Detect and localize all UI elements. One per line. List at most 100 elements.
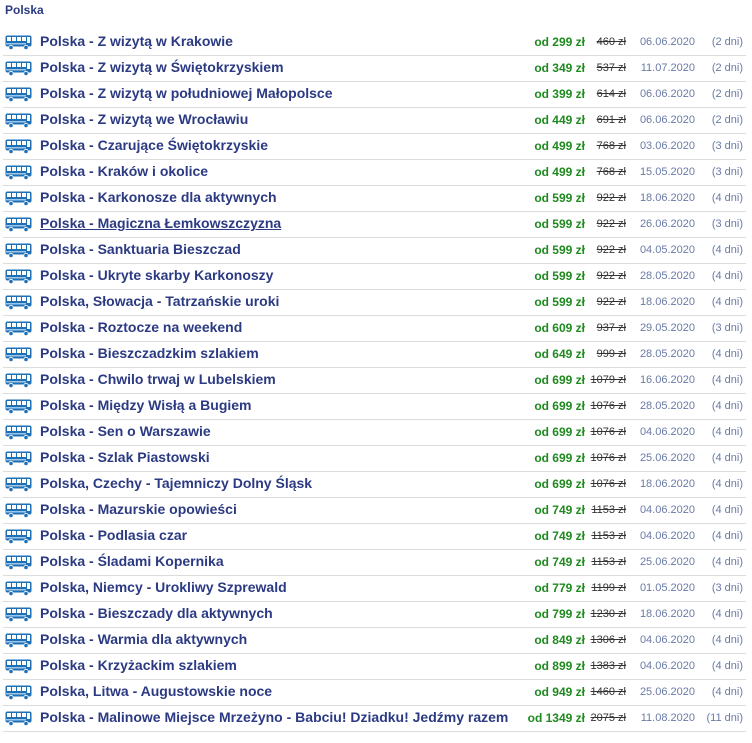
tour-row[interactable]: Polska, Litwa - Augustowskie noce od 949 … bbox=[3, 680, 746, 706]
tour-row[interactable]: Polska - Z wizytą we Wrocławiu od 449 zł 6… bbox=[3, 108, 746, 134]
bus-icon bbox=[5, 685, 32, 701]
tour-title-link[interactable]: Polska - Karkonosze dla aktywnych bbox=[40, 189, 277, 205]
tour-price: od 749 zł bbox=[534, 555, 585, 569]
tour-row[interactable]: Polska - Sen o Warszawie od 699 zł 1076 zł… bbox=[3, 420, 746, 446]
tour-duration: (3 dni) bbox=[711, 582, 743, 594]
bus-icon bbox=[5, 191, 32, 207]
tour-title-link[interactable]: Polska - Z wizytą we Wrocławiu bbox=[40, 111, 248, 127]
tour-price: od 749 zł bbox=[534, 503, 585, 517]
tour-old-price: 922 zł bbox=[596, 296, 626, 308]
bus-icon bbox=[5, 347, 32, 363]
tour-row[interactable]: Polska - Chwilo trwaj w Lubelskiem od 699… bbox=[3, 368, 746, 394]
tour-old-price: 922 zł bbox=[596, 270, 626, 282]
tour-price: od 899 zł bbox=[534, 659, 585, 673]
tour-date: 04.06.2020 bbox=[639, 426, 695, 438]
tour-title-link[interactable]: Polska - Z wizytą w Krakowie bbox=[40, 33, 233, 49]
tour-date: 25.06.2020 bbox=[639, 686, 695, 698]
tour-old-price: 1460 zł bbox=[590, 686, 626, 698]
tour-date: 29.05.2020 bbox=[639, 322, 695, 334]
tour-title-link[interactable]: Polska - Roztocze na weekend bbox=[40, 319, 242, 335]
tour-old-price: 922 zł bbox=[596, 244, 626, 256]
tour-title-link[interactable]: Polska - Z wizytą w Świętokrzyskiem bbox=[40, 59, 284, 75]
tour-old-price: 1076 zł bbox=[590, 400, 626, 412]
tour-price: od 1349 zł bbox=[527, 711, 585, 725]
tour-row[interactable]: Polska - Malinowe Miejsce Mrzeżyno - Bab… bbox=[3, 706, 746, 732]
tour-row[interactable]: Polska - Roztocze na weekend od 609 zł 937… bbox=[3, 316, 746, 342]
tour-title-link[interactable]: Polska - Między Wisłą a Bugiem bbox=[40, 397, 252, 413]
tour-row[interactable]: Polska - Kraków i okolice od 499 zł 768 zł… bbox=[3, 160, 746, 186]
tour-title-link[interactable]: Polska, Niemcy - Urokliwy Szprewald bbox=[40, 579, 287, 595]
bus-icon bbox=[5, 113, 32, 129]
tour-title-link[interactable]: Polska - Warmia dla aktywnych bbox=[40, 631, 247, 647]
tour-title-link[interactable]: Polska - Szlak Piastowski bbox=[40, 449, 210, 465]
tour-old-price: 1153 zł bbox=[591, 556, 626, 568]
tour-old-price: 1230 zł bbox=[590, 608, 626, 620]
tour-price: od 649 zł bbox=[534, 347, 585, 361]
tour-duration: (4 dni) bbox=[711, 556, 743, 568]
tour-title-link[interactable]: Polska - Kraków i okolice bbox=[40, 163, 208, 179]
tour-row[interactable]: Polska - Między Wisłą a Bugiem od 699 zł 1… bbox=[3, 394, 746, 420]
tour-row[interactable]: Polska, Słowacja - Tatrzańskie uroki od 5… bbox=[3, 290, 746, 316]
tour-title-link[interactable]: Polska - Magiczna Łemkowszczyzna bbox=[40, 215, 281, 231]
tour-row[interactable]: Polska - Z wizytą w Krakowie od 299 zł 460… bbox=[3, 30, 746, 56]
tour-date: 06.06.2020 bbox=[639, 88, 695, 100]
tour-price: od 949 zł bbox=[534, 685, 585, 699]
tour-row[interactable]: Polska - Sanktuaria Bieszczad od 599 zł 92… bbox=[3, 238, 746, 264]
tour-title-link[interactable]: Polska - Podlasia czar bbox=[40, 527, 187, 543]
tour-old-price: 2075 zł bbox=[590, 712, 626, 724]
tour-title-link[interactable]: Polska - Śladami Kopernika bbox=[40, 553, 224, 569]
tour-old-price: 1306 zł bbox=[590, 634, 626, 646]
tour-title-link[interactable]: Polska - Sen o Warszawie bbox=[40, 423, 211, 439]
tour-title-link[interactable]: Polska, Czechy - Tajemniczy Dolny Śląsk bbox=[40, 475, 312, 491]
tour-row[interactable]: Polska - Podlasia czar od 749 zł 1153 zł 04… bbox=[3, 524, 746, 550]
bus-icon bbox=[5, 217, 32, 233]
tour-duration: (3 dni) bbox=[711, 218, 743, 230]
tour-row[interactable]: Polska - Z wizytą w Świętokrzyskiem od 34… bbox=[3, 56, 746, 82]
bus-icon bbox=[5, 165, 32, 181]
tour-title-link[interactable]: Polska - Ukryte skarby Karkonoszy bbox=[40, 267, 273, 283]
tour-title-link[interactable]: Polska - Bieszczadzkim szlakiem bbox=[40, 345, 259, 361]
tour-duration: (4 dni) bbox=[711, 400, 743, 412]
tour-title-link[interactable]: Polska - Bieszczady dla aktywnych bbox=[40, 605, 273, 621]
bus-icon bbox=[5, 633, 32, 649]
bus-icon bbox=[5, 607, 32, 623]
tour-row[interactable]: Polska - Magiczna Łemkowszczyzna od 599 z… bbox=[3, 212, 746, 238]
tour-title-link[interactable]: Polska - Czarujące Świętokrzyskie bbox=[40, 137, 268, 153]
tour-row[interactable]: Polska, Niemcy - Urokliwy Szprewald od 77… bbox=[3, 576, 746, 602]
tour-title-link[interactable]: Polska - Mazurskie opowieści bbox=[40, 501, 237, 517]
tour-duration: (4 dni) bbox=[711, 348, 743, 360]
tour-title-link[interactable]: Polska - Sanktuaria Bieszczad bbox=[40, 241, 241, 257]
tour-row[interactable]: Polska - Bieszczadzkim szlakiem od 649 zł… bbox=[3, 342, 746, 368]
bus-icon bbox=[5, 711, 32, 727]
tour-row[interactable]: Polska - Warmia dla aktywnych od 849 zł 13… bbox=[3, 628, 746, 654]
tour-row[interactable]: Polska - Szlak Piastowski od 699 zł 1076 z… bbox=[3, 446, 746, 472]
bus-icon bbox=[5, 87, 32, 103]
bus-icon bbox=[5, 659, 32, 675]
tour-old-price: 999 zł bbox=[596, 348, 626, 360]
tour-row[interactable]: Polska, Czechy - Tajemniczy Dolny Śląsk o… bbox=[3, 472, 746, 498]
tour-row[interactable]: Polska - Ukryte skarby Karkonoszy od 599 … bbox=[3, 264, 746, 290]
tour-title-link[interactable]: Polska - Chwilo trwaj w Lubelskiem bbox=[40, 371, 276, 387]
tour-row[interactable]: Polska - Śladami Kopernika od 749 zł 1153 … bbox=[3, 550, 746, 576]
tour-row[interactable]: Polska - Karkonosze dla aktywnych od 599 … bbox=[3, 186, 746, 212]
tour-title-link[interactable]: Polska, Słowacja - Tatrzańskie uroki bbox=[40, 293, 279, 309]
tour-date: 04.05.2020 bbox=[639, 244, 695, 256]
tour-title-link[interactable]: Polska - Z wizytą w południowej Małopols… bbox=[40, 85, 333, 101]
tour-price: od 299 zł bbox=[534, 35, 585, 49]
tour-old-price: 922 zł bbox=[596, 192, 626, 204]
tour-row[interactable]: Polska - Mazurskie opowieści od 749 zł 115… bbox=[3, 498, 746, 524]
tour-row[interactable]: Polska - Krzyżackim szlakiem od 899 zł 138… bbox=[3, 654, 746, 680]
tour-list: Polska - Z wizytą w Krakowie od 299 zł 460… bbox=[0, 30, 746, 732]
tour-row[interactable]: Polska - Bieszczady dla aktywnych od 799 … bbox=[3, 602, 746, 628]
tour-row[interactable]: Polska - Czarujące Świętokrzyskie od 499 … bbox=[3, 134, 746, 160]
tour-old-price: 922 zł bbox=[596, 218, 626, 230]
tour-date: 18.06.2020 bbox=[639, 478, 695, 490]
tour-duration: (4 dni) bbox=[711, 634, 743, 646]
tour-duration: (4 dni) bbox=[711, 530, 743, 542]
tour-old-price: 460 zł bbox=[596, 36, 626, 48]
tour-title-link[interactable]: Polska - Malinowe Miejsce Mrzeżyno - Bab… bbox=[40, 709, 508, 725]
tour-title-link[interactable]: Polska, Litwa - Augustowskie noce bbox=[40, 683, 272, 699]
tour-row[interactable]: Polska - Z wizytą w południowej Małopols… bbox=[3, 82, 746, 108]
tour-duration: (4 dni) bbox=[711, 504, 743, 516]
tour-title-link[interactable]: Polska - Krzyżackim szlakiem bbox=[40, 657, 237, 673]
